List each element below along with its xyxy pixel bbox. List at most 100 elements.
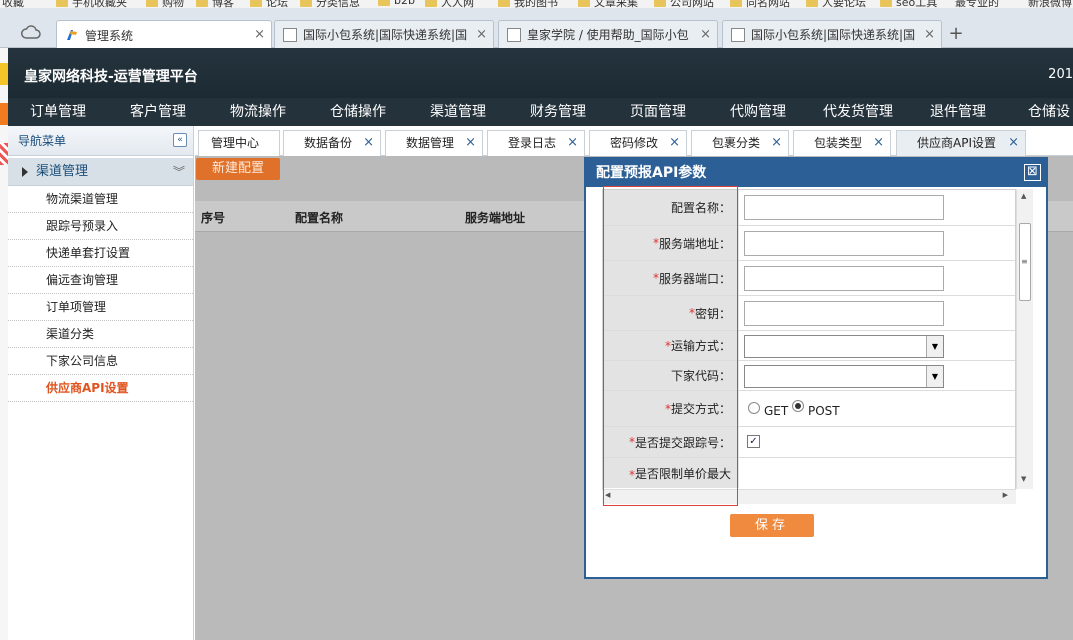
- sidebar-item-subcompany[interactable]: 下家公司信息: [8, 348, 193, 375]
- sidebar-item-logistics-channel[interactable]: 物流渠道管理: [8, 186, 193, 213]
- bookmark-item[interactable]: 论坛: [250, 0, 288, 8]
- column-header-index: 序号: [201, 211, 226, 225]
- tab-label: 国际小包系统|国际快递系统|国: [751, 28, 916, 42]
- bookmark-item[interactable]: 博客: [196, 0, 234, 8]
- close-icon[interactable]: ×: [1008, 131, 1019, 155]
- bookmark-item[interactable]: 收藏: [2, 0, 24, 8]
- save-button[interactable]: 保存: [730, 514, 814, 537]
- server-address-input[interactable]: [744, 231, 944, 256]
- horizontal-scrollbar[interactable]: ◀ ▶: [602, 489, 1016, 504]
- tab-data-backup[interactable]: 数据备份 ×: [283, 130, 381, 156]
- transport-mode-select[interactable]: ▼: [744, 335, 944, 358]
- close-icon[interactable]: ×: [669, 131, 680, 155]
- tab-label: 供应商API设置: [917, 136, 996, 150]
- vertical-scrollbar[interactable]: ▲ ≡ ▼: [1016, 189, 1033, 489]
- folder-icon: [806, 0, 818, 7]
- bookmark-item[interactable]: 公司网站: [654, 0, 714, 8]
- bookmark-item[interactable]: 新浪微博: [1028, 0, 1072, 8]
- nav-dropshipping[interactable]: 代发货管理: [808, 98, 908, 126]
- close-icon[interactable]: ×: [465, 131, 476, 155]
- browser-tab-active[interactable]: 管理系统 ×: [56, 20, 272, 49]
- close-icon[interactable]: ×: [771, 131, 782, 155]
- sidebar-group-label: 渠道管理: [36, 164, 89, 179]
- bookmark-item[interactable]: seo工具: [880, 0, 937, 8]
- scroll-up-icon[interactable]: ▲: [1021, 192, 1026, 200]
- folder-icon: [498, 0, 510, 7]
- collapse-icon[interactable]: «: [173, 133, 187, 147]
- bookmark-item[interactable]: 文章采集: [578, 0, 638, 8]
- form-row: * 提交方式： GET POST: [603, 391, 1015, 427]
- browser-tab[interactable]: 国际小包系统|国际快递系统|国 ×: [722, 20, 942, 48]
- close-icon[interactable]: ×: [873, 131, 884, 155]
- browser-tab[interactable]: 国际小包系统|国际快递系统|国 ×: [274, 20, 494, 48]
- scroll-right-icon[interactable]: ▶: [1003, 491, 1008, 499]
- sidebar-app-icon[interactable]: [0, 63, 8, 85]
- field-label: * 服务器端口：: [603, 261, 739, 295]
- secret-key-input[interactable]: [744, 301, 944, 326]
- tab-package-type[interactable]: 包装类型 ×: [793, 130, 891, 156]
- bookmark-item[interactable]: 我的图书: [498, 0, 558, 8]
- config-name-input[interactable]: [744, 195, 944, 220]
- bookmark-item[interactable]: 同名网站: [730, 0, 790, 8]
- radio-get-label: GET: [764, 404, 789, 418]
- sidebar-item-order-items[interactable]: 订单项管理: [8, 294, 193, 321]
- tab-label: 皇家学院 / 使用帮助_国际小包: [527, 28, 689, 42]
- tab-supplier-api[interactable]: 供应商API设置 ×: [896, 130, 1026, 156]
- radio-post[interactable]: [792, 400, 804, 412]
- sidebar-app-icon[interactable]: [0, 103, 8, 125]
- bookmark-item[interactable]: 最专业的: [955, 0, 999, 8]
- nav-warehouse-settings[interactable]: 仓储设: [1008, 98, 1073, 126]
- nav-pages[interactable]: 页面管理: [608, 98, 708, 126]
- bookmark-item[interactable]: 分类信息: [300, 0, 360, 8]
- dropdown-arrow-icon: ▼: [926, 366, 943, 387]
- nav-logistics[interactable]: 物流操作: [208, 98, 308, 126]
- tab-dashboard[interactable]: 管理中心: [198, 130, 280, 156]
- folder-icon: [250, 0, 262, 7]
- nav-purchasing[interactable]: 代购管理: [708, 98, 808, 126]
- scroll-left-icon[interactable]: ◀: [605, 491, 610, 499]
- chevron-double-down-icon: ︾: [172, 165, 185, 179]
- cloud-icon[interactable]: [16, 20, 46, 44]
- close-icon[interactable]: ×: [363, 131, 374, 155]
- page-icon: [731, 27, 745, 42]
- browser-tab[interactable]: 皇家学院 / 使用帮助_国际小包 ×: [498, 20, 718, 48]
- sidebar-group-channels[interactable]: 渠道管理 ︾: [8, 158, 193, 186]
- nav-finance[interactable]: 财务管理: [508, 98, 608, 126]
- tab-data-manage[interactable]: 数据管理 ×: [385, 130, 483, 156]
- server-port-input[interactable]: [744, 266, 944, 291]
- tab-login-log[interactable]: 登录日志 ×: [487, 130, 585, 156]
- tab-password[interactable]: 密码修改 ×: [589, 130, 687, 156]
- sidebar-app-icon[interactable]: [0, 143, 8, 165]
- nav-customers[interactable]: 客户管理: [108, 98, 208, 126]
- new-config-button[interactable]: 新建配置: [196, 158, 280, 180]
- radio-post-label: POST: [808, 404, 840, 418]
- nav-channels[interactable]: 渠道管理: [408, 98, 508, 126]
- tab-label: 包装类型: [814, 136, 863, 150]
- new-tab-button[interactable]: +: [944, 24, 968, 46]
- tab-parcel-category[interactable]: 包裹分类 ×: [691, 130, 789, 156]
- bookmark-item[interactable]: b2b: [378, 0, 415, 7]
- nav-orders[interactable]: 订单管理: [8, 98, 108, 126]
- sidebar-item-remote-query[interactable]: 偏远查询管理: [8, 267, 193, 294]
- radio-get[interactable]: [748, 402, 760, 414]
- bookmark-item[interactable]: 购物: [146, 0, 184, 8]
- close-icon[interactable]: ×: [567, 131, 578, 155]
- nav-warehouse-ops[interactable]: 仓储操作: [308, 98, 408, 126]
- close-icon[interactable]: ×: [700, 27, 711, 42]
- close-icon[interactable]: ×: [254, 27, 265, 42]
- sidebar-item-waybill-print[interactable]: 快递单套打设置: [8, 240, 193, 267]
- downstream-code-select[interactable]: ▼: [744, 365, 944, 388]
- bookmark-item[interactable]: 手机收藏夹: [56, 0, 127, 8]
- field-label: * 运输方式：: [603, 331, 739, 360]
- close-icon[interactable]: ×: [924, 27, 935, 42]
- nav-returns[interactable]: 退件管理: [908, 98, 1008, 126]
- bookmark-item[interactable]: 人要论坛: [806, 0, 866, 8]
- sidebar-item-channel-category[interactable]: 渠道分类: [8, 321, 193, 348]
- close-icon[interactable]: ×: [476, 27, 487, 42]
- sidebar-item-supplier-api[interactable]: 供应商API设置: [8, 375, 193, 402]
- close-icon[interactable]: ⊠: [1024, 164, 1041, 181]
- bookmark-item[interactable]: 人人网: [425, 0, 474, 8]
- scroll-down-icon[interactable]: ▼: [1021, 475, 1026, 483]
- submit-tracking-checkbox[interactable]: ✓: [747, 435, 760, 448]
- sidebar-item-tracking-preentry[interactable]: 跟踪号预录入: [8, 213, 193, 240]
